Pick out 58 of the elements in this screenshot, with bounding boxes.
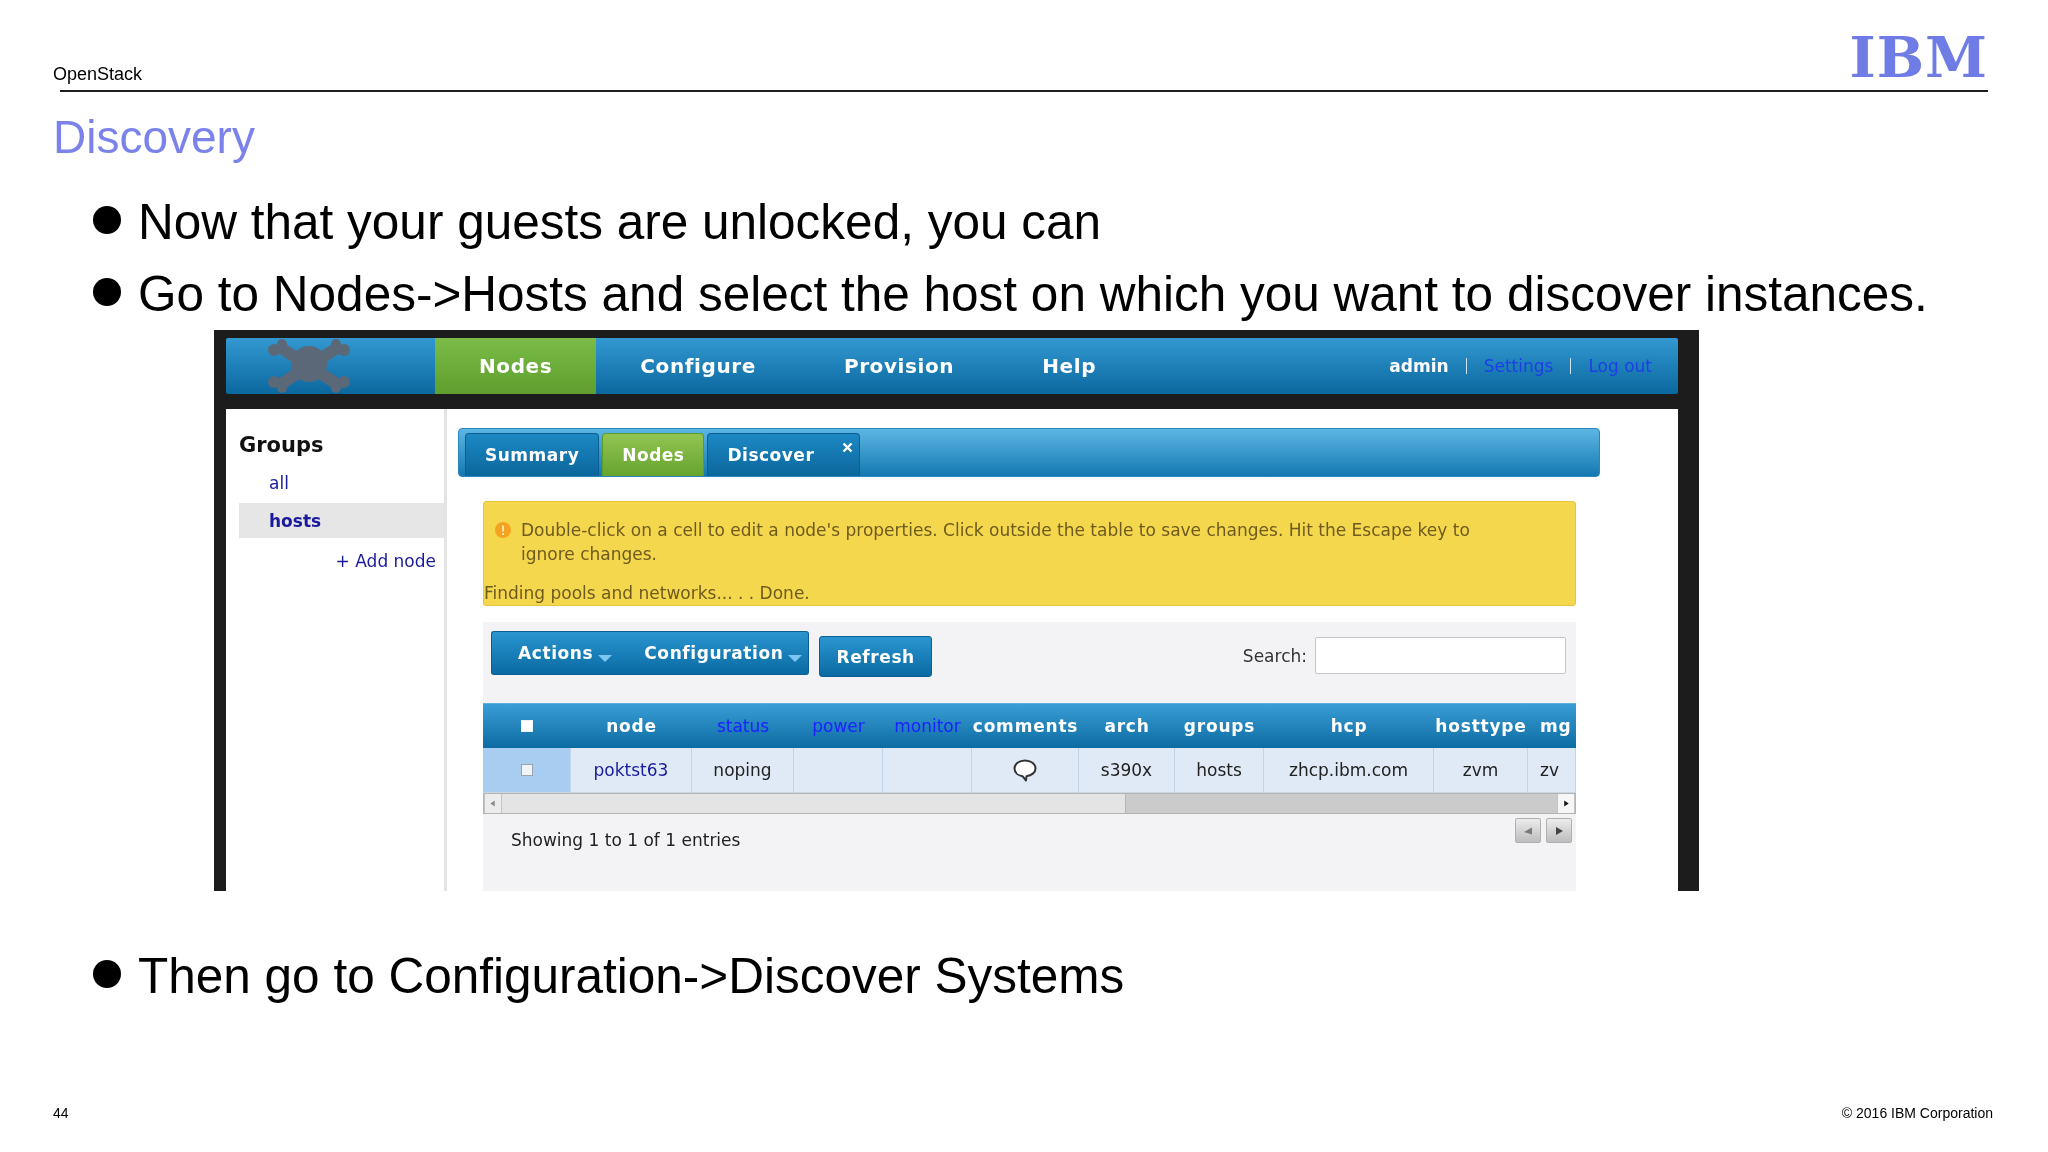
column-header: node xyxy=(605,715,658,738)
copyright: © 2016 IBM Corporation xyxy=(1841,1104,1993,1123)
column-header: mg xyxy=(1539,715,1573,738)
slide-title: Discovery xyxy=(53,110,255,164)
speech-bubble-icon[interactable] xyxy=(1013,758,1037,782)
nav-tab[interactable]: Provision xyxy=(799,338,999,394)
next-page-button[interactable] xyxy=(1546,818,1572,843)
node-link[interactable]: poktst63 xyxy=(593,760,669,780)
refresh-button[interactable]: Refresh xyxy=(819,636,932,677)
column-header: groups xyxy=(1182,715,1257,738)
company-logo: IBM xyxy=(1849,34,1988,80)
search-label: Search: xyxy=(1242,645,1307,666)
group-item[interactable]: all xyxy=(239,465,444,500)
tab[interactable]: Nodes xyxy=(602,433,705,476)
right-arrow-icon xyxy=(1554,825,1564,836)
sidebar-title: Groups xyxy=(239,432,325,458)
scrollbar-thumb[interactable] xyxy=(1125,794,1557,813)
select-all-checkbox[interactable] xyxy=(521,720,533,732)
column-header: hcp xyxy=(1329,715,1369,738)
section-label: OpenStack xyxy=(53,63,143,86)
bullet-icon xyxy=(93,206,121,234)
menu-button[interactable]: Actions xyxy=(491,631,619,675)
table-cell: noping xyxy=(692,748,794,793)
close-icon[interactable] xyxy=(842,442,854,453)
column-header: comments xyxy=(972,715,1079,738)
nav-tab[interactable]: Help xyxy=(998,338,1141,394)
bullet-text: Now that your guests are unlocked, you can xyxy=(138,193,1102,251)
column-header: hosttype xyxy=(1434,715,1528,738)
table-cell: zvm xyxy=(1434,748,1528,793)
alert-message: Double-click on a cell to edit a node's properties. Click outside the table to save changes. Hit the Escape key to ignore changes. xyxy=(521,519,1471,566)
left-arrow-icon xyxy=(1523,825,1533,836)
warning-icon xyxy=(495,522,511,538)
entries-info: Showing 1 to 1 of 1 entries xyxy=(511,829,741,852)
tab[interactable]: Summary xyxy=(465,433,600,476)
group-item[interactable]: hosts xyxy=(239,503,444,538)
bullet-icon xyxy=(93,960,121,988)
nav-tab[interactable]: Configure xyxy=(596,338,800,394)
caret-icon xyxy=(598,655,613,662)
add-node-link[interactable]: + Add node xyxy=(335,549,436,573)
user-name: admin xyxy=(1389,356,1449,376)
table-cell: s390x xyxy=(1079,748,1175,793)
search-field[interactable] xyxy=(1315,637,1566,674)
bullet-text: Go to Nodes->Hosts and select the host on which you want to discover instances. xyxy=(138,265,1928,323)
previous-page-button[interactable] xyxy=(1515,818,1541,843)
table-cell: zv xyxy=(1528,748,1576,793)
horizontal-scrollbar[interactable] xyxy=(483,793,1576,814)
bullet-icon xyxy=(93,278,121,306)
page-number: 44 xyxy=(53,1104,69,1123)
tab[interactable]: Discover xyxy=(707,433,861,476)
caret-icon xyxy=(788,655,803,662)
alert-status: Finding pools and networks... . . Done. xyxy=(484,582,810,605)
table-cell: hosts xyxy=(1175,748,1264,793)
menu-button[interactable]: Configuration xyxy=(618,631,810,675)
bullet-text: Then go to Configuration->Discover Systems xyxy=(138,947,1125,1005)
row-checkbox[interactable] xyxy=(520,764,533,776)
nav-tab[interactable]: Nodes xyxy=(435,338,597,394)
column-header: arch xyxy=(1103,715,1151,738)
table-cell: zhcp.ibm.com xyxy=(1264,748,1434,793)
